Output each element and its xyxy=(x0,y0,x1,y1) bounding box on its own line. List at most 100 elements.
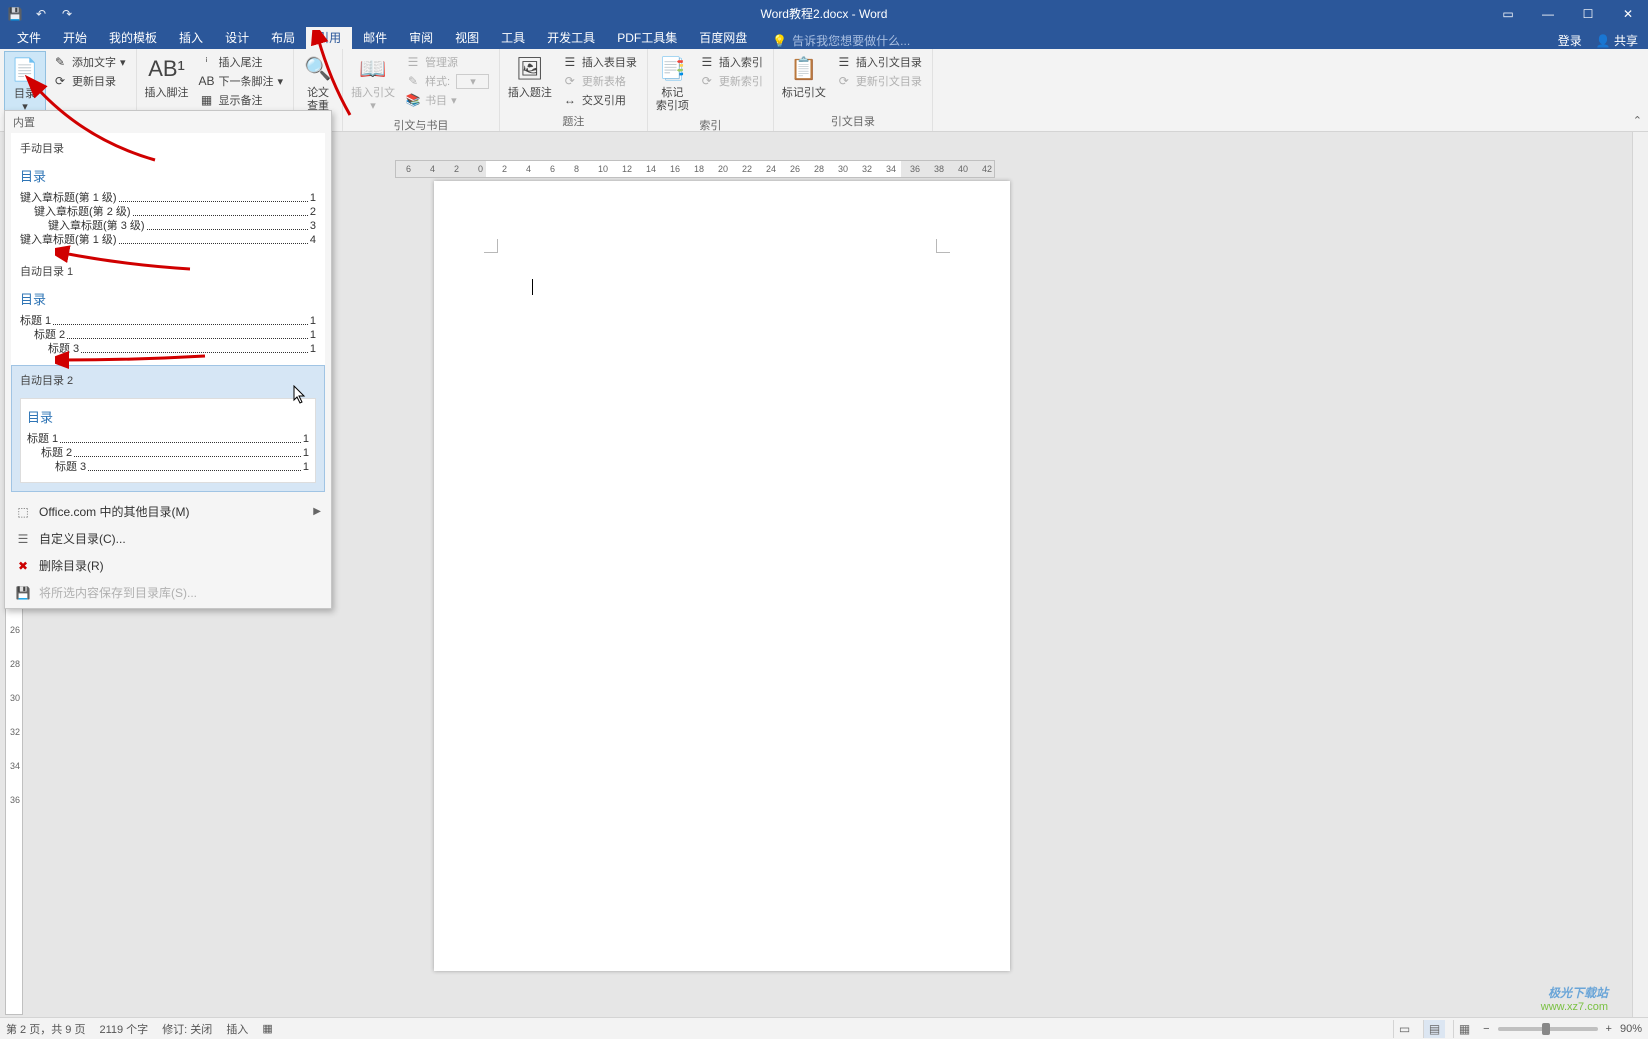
update-index-button[interactable]: ⟳更新索引 xyxy=(696,72,766,90)
status-insert[interactable]: 插入 xyxy=(226,1021,248,1037)
vertical-ruler[interactable]: 2224262830323436 xyxy=(5,546,23,1015)
redo-icon[interactable]: ↷ xyxy=(58,5,76,23)
vruler-tick: 32 xyxy=(10,727,20,737)
annotation-arrow-3 xyxy=(55,245,195,275)
login-link[interactable]: 登录 xyxy=(1558,32,1582,49)
maximize-icon[interactable]: ☐ xyxy=(1568,0,1608,27)
status-page[interactable]: 第 2 页，共 9 页 xyxy=(6,1021,85,1037)
minimize-icon[interactable]: — xyxy=(1528,0,1568,27)
zoom-value[interactable]: 90% xyxy=(1620,1023,1642,1035)
show-notes-icon: ▦ xyxy=(199,92,215,108)
status-macro-icon[interactable]: ▦ xyxy=(262,1022,272,1035)
menu-office-toc[interactable]: ⬚ Office.com 中的其他目录(M) ▶ xyxy=(5,498,331,525)
vertical-scrollbar[interactable] xyxy=(1632,132,1648,1017)
tab-templates[interactable]: 我的模板 xyxy=(98,26,168,49)
status-words[interactable]: 2119 个字 xyxy=(99,1021,148,1037)
watermark-url: www.xz7.com xyxy=(1541,1001,1608,1013)
add-text-button[interactable]: ✎添加文字 ▾ xyxy=(49,53,129,71)
watermark-text: 极光下载站 xyxy=(1541,984,1608,1001)
update-auth-icon: ⟳ xyxy=(836,73,852,89)
ruler-tick: 6 xyxy=(406,164,411,174)
document-page[interactable] xyxy=(434,181,1010,971)
text-cursor xyxy=(532,279,533,295)
toc-option-auto2[interactable]: 自动目录 2 目录 标题 11 标题 21 标题 31 xyxy=(11,365,325,492)
biblio-icon: 📚 xyxy=(405,92,421,108)
ruler-tick: 24 xyxy=(766,164,776,174)
ruler-tick: 40 xyxy=(958,164,968,174)
view-print-icon[interactable]: ▤ xyxy=(1423,1020,1445,1038)
zoom-slider[interactable] xyxy=(1498,1027,1598,1031)
manage-sources-button[interactable]: ☰管理源 xyxy=(402,53,492,71)
tab-design[interactable]: 设计 xyxy=(214,26,260,49)
update-table-icon: ⟳ xyxy=(562,73,578,89)
status-bar: 第 2 页，共 9 页 2119 个字 修订: 关闭 插入 ▦ ▭ ▤ ▦ − … xyxy=(0,1017,1648,1039)
ruler-tick: 38 xyxy=(934,164,944,174)
mark-index-button[interactable]: 📑 标记 索引项 xyxy=(652,51,693,115)
show-notes-button[interactable]: ▦显示备注 xyxy=(196,91,287,109)
insert-authorities-button[interactable]: ☰插入引文目录 xyxy=(833,53,925,71)
ruler-tick: 30 xyxy=(838,164,848,174)
zoom-in-icon[interactable]: + xyxy=(1606,1023,1612,1035)
annotation-arrow-2 xyxy=(310,30,380,120)
remove-toc-icon: ✖ xyxy=(15,558,31,574)
zoom-out-icon[interactable]: − xyxy=(1483,1023,1489,1035)
view-read-icon[interactable]: ▭ xyxy=(1393,1020,1415,1038)
tab-layout[interactable]: 布局 xyxy=(260,26,306,49)
view-web-icon[interactable]: ▦ xyxy=(1453,1020,1475,1038)
ruler-tick: 28 xyxy=(814,164,824,174)
tab-view[interactable]: 视图 xyxy=(444,26,490,49)
bibliography-button[interactable]: 📚书目 ▾ xyxy=(402,91,492,109)
ruler-tick: 2 xyxy=(502,164,507,174)
ruler-tick: 4 xyxy=(526,164,531,174)
undo-icon[interactable]: ↶ xyxy=(32,5,50,23)
ruler-tick: 10 xyxy=(598,164,608,174)
cross-reference-button[interactable]: ↔交叉引用 xyxy=(559,91,640,109)
group-label-authorities: 引文目录 xyxy=(778,111,928,131)
status-track[interactable]: 修订: 关闭 xyxy=(162,1021,212,1037)
ruler-tick: 34 xyxy=(886,164,896,174)
insert-caption-button[interactable]: 🖼 插入题注 xyxy=(504,51,556,102)
ruler-tick: 42 xyxy=(982,164,992,174)
ruler-tick: 4 xyxy=(430,164,435,174)
tab-dev[interactable]: 开发工具 xyxy=(536,26,606,49)
style-icon: ✎ xyxy=(405,73,421,89)
horizontal-ruler[interactable]: 6420246810121416182022242628303234363840… xyxy=(395,160,995,178)
tab-insert[interactable]: 插入 xyxy=(168,26,214,49)
index-icon: 📑 xyxy=(656,53,688,85)
menu-custom-toc[interactable]: ☰ 自定义目录(C)... xyxy=(5,525,331,552)
collapse-ribbon-icon[interactable]: ⌃ xyxy=(1633,114,1642,127)
insert-index-icon: ☰ xyxy=(699,54,715,70)
group-label-captions: 题注 xyxy=(504,111,643,131)
share-link[interactable]: 👤 共享 xyxy=(1596,32,1638,49)
ribbon-options-icon[interactable]: ▭ xyxy=(1488,0,1528,27)
next-footnote-button[interactable]: AB下一条脚注 ▾ xyxy=(196,72,287,90)
tab-file[interactable]: 文件 xyxy=(6,26,52,49)
tab-baidu[interactable]: 百度网盘 xyxy=(688,26,758,49)
close-icon[interactable]: ✕ xyxy=(1608,0,1648,27)
ruler-tick: 20 xyxy=(718,164,728,174)
style-dropdown[interactable]: ✎样式: ▾ xyxy=(402,72,492,90)
update-authorities-button[interactable]: ⟳更新引文目录 xyxy=(833,72,925,90)
tab-home[interactable]: 开始 xyxy=(52,26,98,49)
quick-access-toolbar: 💾 ↶ ↷ xyxy=(0,5,76,23)
tab-review[interactable]: 审阅 xyxy=(398,26,444,49)
vruler-tick: 30 xyxy=(10,693,20,703)
ruler-tick: 16 xyxy=(670,164,680,174)
save-icon[interactable]: 💾 xyxy=(6,5,24,23)
tablefig-icon: ☰ xyxy=(562,54,578,70)
ruler-tick: 26 xyxy=(790,164,800,174)
insert-endnote-button[interactable]: ⁱ插入尾注 xyxy=(196,53,287,71)
insert-table-figures-button[interactable]: ☰插入表目录 xyxy=(559,53,640,71)
menu-remove-toc[interactable]: ✖ 删除目录(R) xyxy=(5,552,331,579)
tab-pdf[interactable]: PDF工具集 xyxy=(606,26,688,49)
vruler-tick: 26 xyxy=(10,625,20,635)
crossref-icon: ↔ xyxy=(562,92,578,108)
group-label-index: 索引 xyxy=(652,115,769,135)
tab-tools[interactable]: 工具 xyxy=(490,26,536,49)
insert-index-button[interactable]: ☰插入索引 xyxy=(696,53,766,71)
window-title: Word教程2.docx - Word xyxy=(761,5,888,22)
ruler-tick: 14 xyxy=(646,164,656,174)
tell-me[interactable]: 💡 告诉我您想要做什么... xyxy=(772,32,910,49)
update-table-button[interactable]: ⟳更新表格 xyxy=(559,72,640,90)
mark-citation-button[interactable]: 📋 标记引文 xyxy=(778,51,830,102)
